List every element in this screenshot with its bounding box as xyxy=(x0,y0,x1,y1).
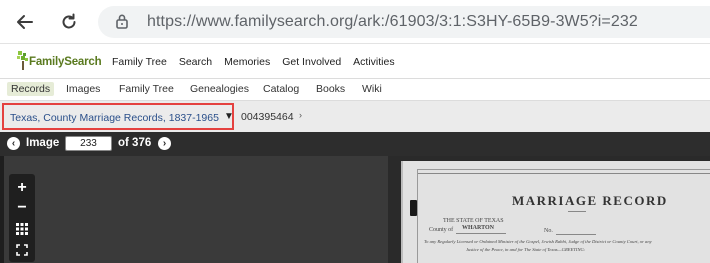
caret-down-icon[interactable]: ▼ xyxy=(224,111,234,122)
subnav-books[interactable]: Books xyxy=(312,82,349,96)
image-viewer[interactable]: + − MARRIAGE RECORD THE STATE OF TEXAS C… xyxy=(0,156,710,263)
number-line xyxy=(556,234,596,235)
top-nav: Family Tree Search Memories Get Involved… xyxy=(112,44,407,79)
nav-search[interactable]: Search xyxy=(179,56,212,68)
browser-toolbar: https://www.familysearch.org/ark:/61903/… xyxy=(0,0,710,44)
collection-selector[interactable]: Texas, County Marriage Records, 1837-196… xyxy=(2,103,234,130)
zoom-out-icon[interactable]: − xyxy=(9,198,35,218)
grid-view-icon[interactable] xyxy=(9,219,35,239)
lock-icon[interactable] xyxy=(115,13,129,34)
subnav-family-tree[interactable]: Family Tree xyxy=(115,82,178,96)
site-header: FamilySearch Family Tree Search Memories… xyxy=(0,44,710,79)
collection-link[interactable]: Texas, County Marriage Records, 1837-196… xyxy=(10,112,219,124)
back-arrow-icon[interactable] xyxy=(12,9,38,35)
nav-activities[interactable]: Activities xyxy=(353,56,394,68)
zoom-in-icon[interactable]: + xyxy=(9,178,35,198)
record-title: MARRIAGE RECORD xyxy=(512,193,668,208)
subnav-wiki[interactable]: Wiki xyxy=(358,82,386,96)
chevron-right-icon: › xyxy=(299,110,302,120)
image-label: Image xyxy=(26,137,60,149)
image-nav-bar: ‹ Image 233 of 376 › xyxy=(0,132,710,156)
url-text[interactable]: https://www.familysearch.org/ark:/61903/… xyxy=(147,13,638,31)
county-label: County of xyxy=(429,227,454,233)
number-label: No. xyxy=(544,228,553,234)
body-line-1: To any Regularly Licensed or Ordained Mi… xyxy=(424,239,652,244)
film-number[interactable]: 004395464 xyxy=(241,111,294,123)
county-value: WHARTON xyxy=(462,225,495,231)
subnav-catalog[interactable]: Catalog xyxy=(259,82,303,96)
tree-logo-icon xyxy=(17,51,28,70)
nav-memories[interactable]: Memories xyxy=(224,56,270,68)
previous-image-icon[interactable]: ‹ xyxy=(7,137,20,150)
form-rule xyxy=(418,173,710,174)
body-line-2: Justice of the Peace, in and for The Sta… xyxy=(466,247,586,252)
subnav-genealogies[interactable]: Genealogies xyxy=(186,82,253,96)
fullscreen-icon[interactable] xyxy=(9,240,35,260)
next-image-icon[interactable]: › xyxy=(158,137,171,150)
logo-text: FamilySearch xyxy=(29,56,102,68)
breadcrumb: Texas, County Marriage Records, 1837-196… xyxy=(0,101,710,132)
address-bar[interactable]: https://www.familysearch.org/ark:/61903/… xyxy=(98,6,710,38)
viewer-gutter xyxy=(0,156,4,263)
subnav-images[interactable]: Images xyxy=(62,82,104,96)
nav-get-involved[interactable]: Get Involved xyxy=(282,56,341,68)
nav-family-tree[interactable]: Family Tree xyxy=(112,56,167,68)
familysearch-logo[interactable]: FamilySearch xyxy=(16,50,108,74)
image-number-input[interactable]: 233 xyxy=(65,136,112,151)
title-underline xyxy=(568,211,586,212)
page-tab xyxy=(410,200,417,216)
county-line xyxy=(456,233,506,234)
image-total: of 376 xyxy=(118,137,152,149)
sub-nav: Records Images Family Tree Genealogies C… xyxy=(0,79,710,101)
subnav-records[interactable]: Records xyxy=(7,82,55,96)
zoom-toolbar: + − xyxy=(9,174,35,262)
record-image[interactable]: MARRIAGE RECORD THE STATE OF TEXAS Count… xyxy=(401,161,710,263)
state-line: THE STATE OF TEXAS xyxy=(443,218,504,224)
record-form: MARRIAGE RECORD THE STATE OF TEXAS Count… xyxy=(417,169,710,263)
reload-icon[interactable] xyxy=(56,9,82,35)
